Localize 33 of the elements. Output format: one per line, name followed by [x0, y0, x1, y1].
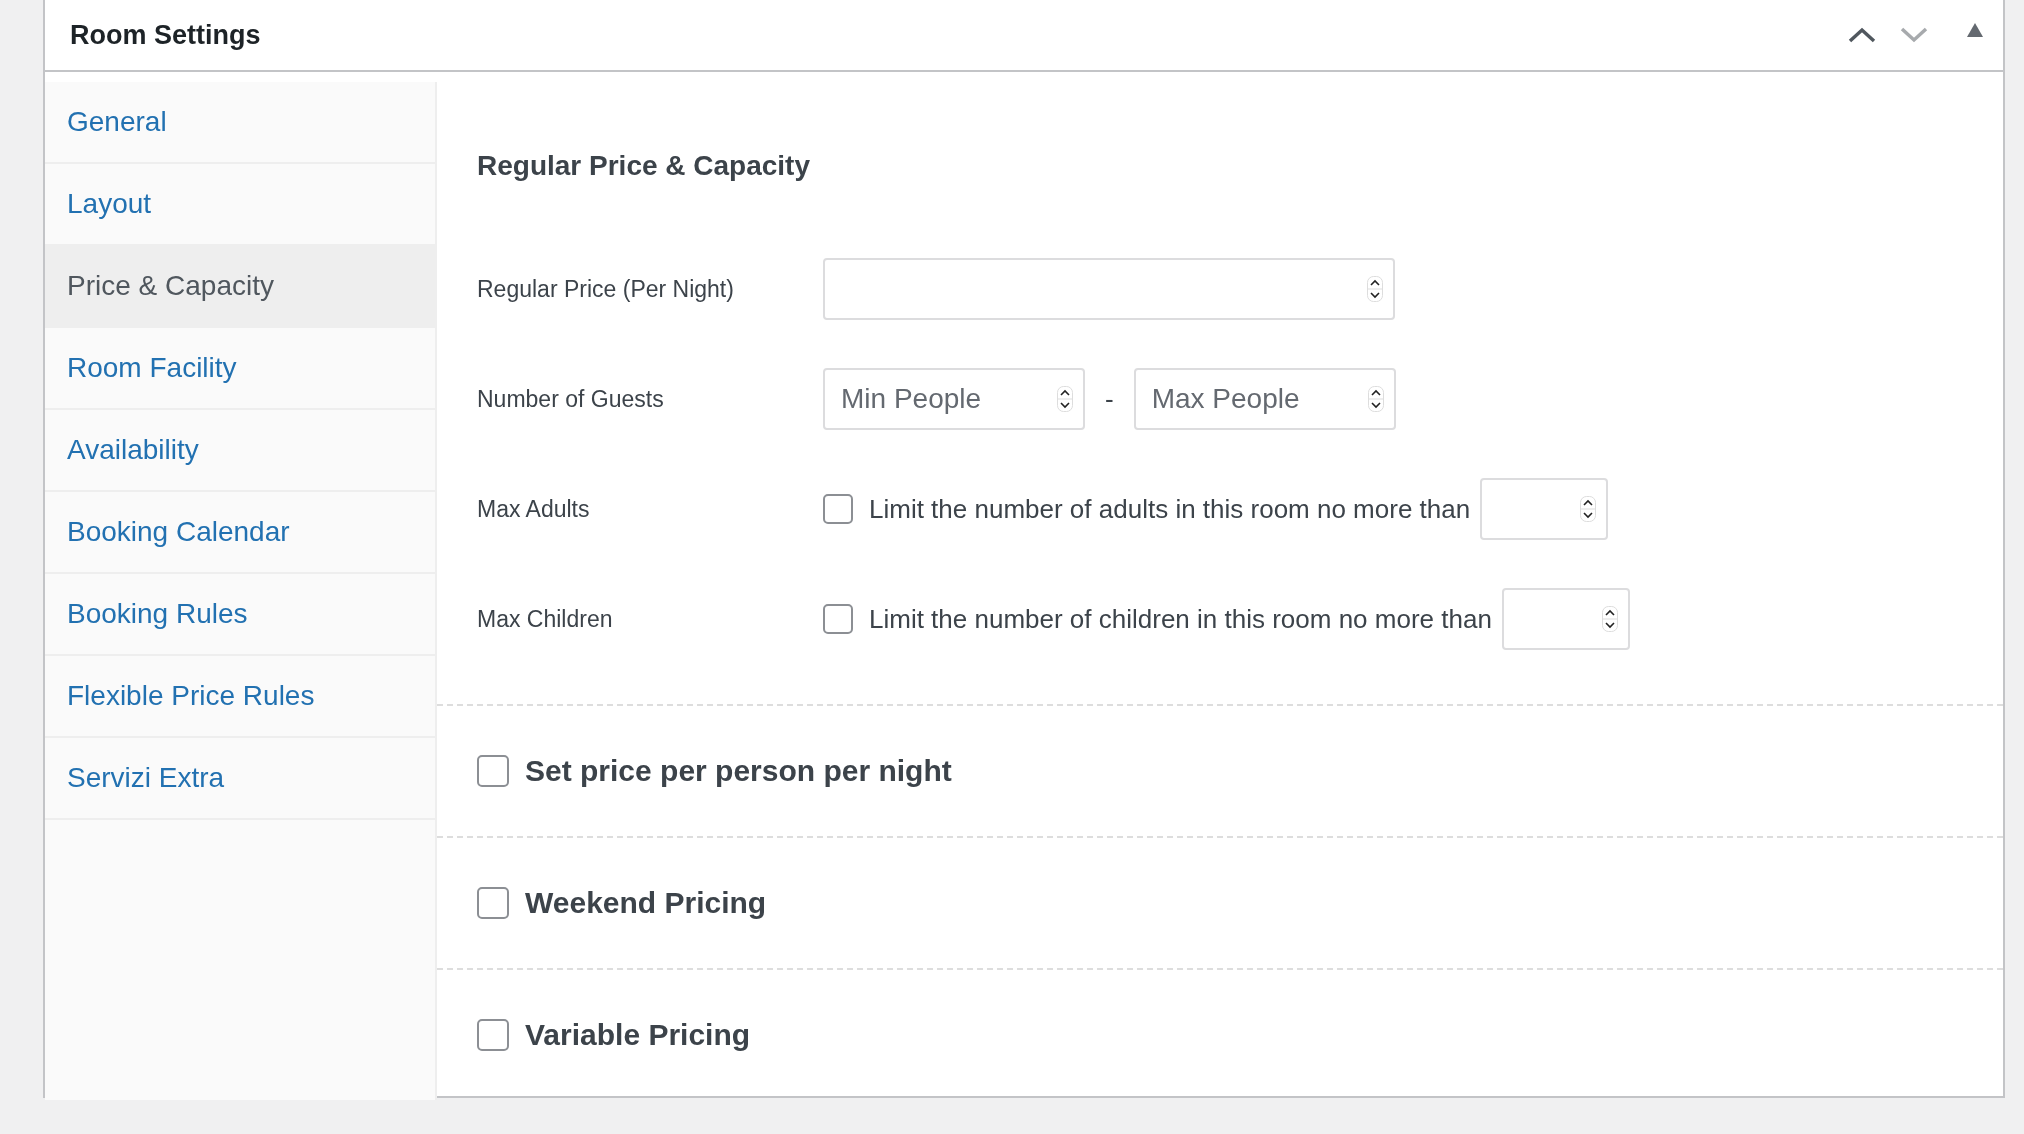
chevron-up-icon[interactable] — [1847, 26, 1877, 44]
triangle-up-icon[interactable] — [1967, 23, 1983, 37]
sidebar-item[interactable]: General — [45, 82, 435, 164]
sidebar-item[interactable]: Price & Capacity — [45, 246, 435, 328]
checkbox[interactable] — [477, 887, 509, 919]
number-field[interactable]: Min People — [823, 368, 1085, 430]
separator-text: - — [1105, 383, 1114, 415]
section-heading: Regular Price & Capacity — [477, 150, 812, 182]
checkbox-label: Limit the number of children in this room no more than — [869, 603, 1492, 635]
checkbox[interactable] — [477, 755, 509, 787]
checkbox[interactable] — [823, 494, 853, 524]
option-label: Set price per person per night — [525, 754, 952, 788]
number-field[interactable] — [1501, 588, 1630, 650]
sidebar-item[interactable]: Availability — [45, 410, 435, 492]
sidebar-item[interactable]: Servizi Extra — [45, 738, 435, 820]
checkbox-label: Limit the number of adults in this room no more than — [869, 493, 1471, 525]
sidebar-item[interactable]: Room Facility — [45, 328, 435, 410]
field-label: Max Children — [477, 605, 614, 633]
field-label: Regular Price (Per Night) — [477, 275, 735, 303]
option-label: Weekend Pricing — [525, 886, 767, 920]
sidebar-item[interactable]: Booking Calendar — [45, 492, 435, 574]
checkbox[interactable] — [477, 1019, 509, 1051]
sidebar-item[interactable]: Booking Rules — [45, 574, 435, 656]
number-field[interactable]: Max People — [1133, 368, 1396, 430]
checkbox[interactable] — [823, 604, 853, 634]
panel-title: Room Settings — [70, 19, 261, 51]
sidebar-item[interactable]: Flexible Price Rules — [45, 656, 435, 738]
chevron-down-icon[interactable] — [1899, 26, 1929, 44]
field-label: Number of Guests — [477, 385, 665, 413]
number-field[interactable] — [823, 258, 1395, 320]
option-label: Variable Pricing — [525, 1018, 751, 1052]
number-field[interactable] — [1480, 478, 1609, 540]
field-label: Max Adults — [477, 495, 591, 523]
